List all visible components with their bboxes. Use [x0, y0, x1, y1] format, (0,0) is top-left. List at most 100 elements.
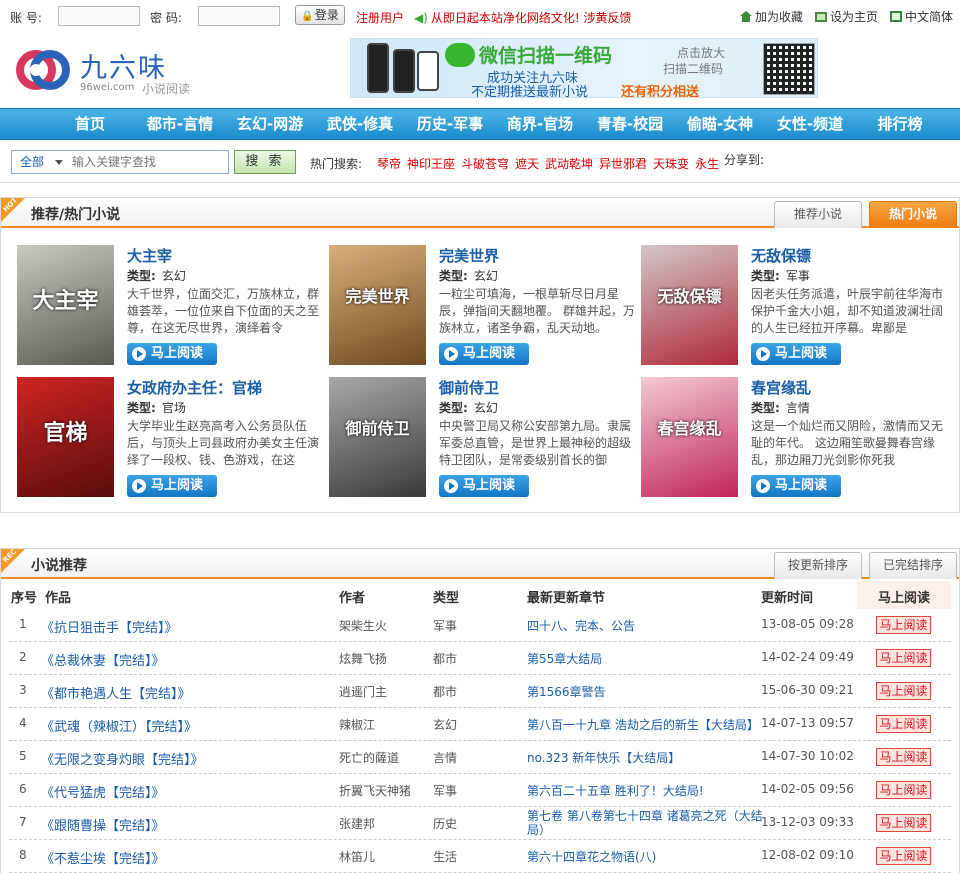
read-now-button[interactable]: 马上阅读	[876, 682, 931, 700]
work-link[interactable]: 《代号猛虎【完结】》	[41, 782, 165, 801]
site-logo[interactable]: 九六味 96wei.com 小说阅读	[14, 42, 204, 100]
tab-recommended[interactable]: 推荐小说	[774, 201, 862, 228]
genre-value: 官场	[161, 401, 186, 415]
book-title[interactable]: 无敌保镖	[751, 245, 811, 266]
read-now-button[interactable]: 马上阅读	[876, 616, 931, 634]
recommend-section: REC 小说推荐 按更新排序 已完结排序 序号 作品 作者 类型 最新更新章节 …	[0, 548, 960, 873]
book-title[interactable]: 御前侍卫	[439, 377, 499, 398]
genre-label: 类型:	[751, 269, 780, 283]
tab-hot[interactable]: 热门小说	[869, 201, 957, 228]
work-link[interactable]: 《都市艳遇人生【完结】》	[41, 683, 191, 702]
latest-chapter-link[interactable]: 第六百二十五章 胜利了！大结局!	[527, 782, 704, 799]
phone-image	[417, 51, 439, 91]
book-genre: 类型: 玄幻	[439, 399, 498, 416]
search-button[interactable]: 搜 索	[234, 150, 296, 174]
read-now-button[interactable]: 马上阅读	[751, 343, 841, 365]
read-now-button[interactable]: 马上阅读	[127, 343, 217, 365]
work-link[interactable]: 《跟随曹操【完结】》	[41, 815, 165, 834]
nav-item[interactable]: 都市-言情	[140, 109, 220, 139]
notice[interactable]: ◀) 从即日起本站净化网络文化! 涉黄反馈	[414, 9, 632, 26]
nav-item[interactable]: 偷瞄-女神	[680, 109, 760, 139]
cover-title: 完美世界	[345, 287, 410, 306]
book-title[interactable]: 女政府办主任：官梯	[127, 377, 262, 398]
genre-label: 类型:	[751, 401, 780, 415]
book-title[interactable]: 春宫缘乱	[751, 377, 811, 398]
read-now-button[interactable]: 马上阅读	[876, 781, 931, 799]
nav-item[interactable]: 历史-军事	[410, 109, 490, 139]
search-scope-select[interactable]: 全部	[11, 150, 67, 174]
book-cover-image[interactable]: 无敌保镖	[641, 245, 738, 365]
read-now-button[interactable]: 马上阅读	[439, 475, 529, 497]
nav-item[interactable]: 排行榜	[860, 109, 940, 139]
row-number: 3	[19, 683, 27, 697]
latest-chapter-link[interactable]: 第七卷 第八卷第七十四章 诸葛亮之死（大结局）	[527, 809, 763, 837]
qr-code-icon[interactable]	[763, 43, 815, 95]
work-link[interactable]: 《武魂（辣椒江）【完结】》	[41, 716, 197, 735]
hot-search-word[interactable]: 神印王座	[407, 155, 455, 172]
hot-search-word[interactable]: 斗破苍穹	[461, 155, 509, 172]
book-cover-image[interactable]: 大主宰	[17, 245, 114, 365]
row-number: 4	[19, 716, 27, 730]
work-link[interactable]: 《不惹尘埃【完结】》	[41, 848, 165, 867]
register-link[interactable]: 注册用户	[356, 9, 404, 26]
latest-chapter-link[interactable]: 第六十四章花之物语(八)	[527, 848, 656, 865]
book-genre: 类型: 言情	[751, 399, 810, 416]
table-row: 8 《不惹尘埃【完结】》 林笛儿 生活 第六十四章花之物语(八) 12-08-02 09:…	[9, 840, 951, 873]
hot-search-word[interactable]: 武动乾坤	[545, 155, 593, 172]
latest-chapter-link[interactable]: 四十八、完本、公告	[527, 617, 635, 634]
genre-value: 玄幻	[473, 401, 498, 415]
nav-item[interactable]: 首页	[58, 109, 122, 139]
genre-value: 玄幻	[473, 269, 498, 283]
hot-search-word[interactable]: 天珠变	[653, 155, 689, 172]
wechat-banner[interactable]: 微信扫描一维码 成功关注九六味 不定期推送最新小说 还有积分相送 点击放大 扫描…	[350, 38, 818, 98]
add-favorites-link[interactable]: 加为收藏	[740, 8, 803, 25]
read-now-button[interactable]: 马上阅读	[876, 814, 931, 832]
nav-item[interactable]: 玄幻-网游	[230, 109, 310, 139]
book-title[interactable]: 大主宰	[127, 245, 172, 266]
search-bar: 全部 搜 索 热门搜索: 琴帝神印王座斗破苍穹遮天武动乾坤异世邪君天珠变永生 分…	[0, 141, 960, 183]
language-link[interactable]: 中文简体	[890, 8, 953, 25]
nav-item[interactable]: 商界-官场	[500, 109, 580, 139]
latest-chapter-link[interactable]: 第八百一十九章 浩劫之后的新生【大结局】	[527, 716, 759, 733]
login-button[interactable]: 🔒登录	[295, 5, 345, 25]
book-cover-image[interactable]: 春宫缘乱	[641, 377, 738, 497]
read-now-button[interactable]: 马上阅读	[439, 343, 529, 365]
work-link[interactable]: 《无限之变身灼眼【完结】》	[41, 749, 204, 768]
hot-search-word[interactable]: 永生	[695, 155, 719, 172]
read-now-label: 马上阅读	[463, 346, 516, 361]
arrow-right-icon	[756, 479, 770, 493]
work-link[interactable]: 《抗日狙击手【完结】》	[41, 617, 178, 636]
latest-chapter-link[interactable]: no.323 新年快乐【大结局】	[527, 749, 680, 766]
book-description: 大千世界，位面交汇，万族林立，群雄荟萃，一位位来自下位面的天之至尊，在这无尽世界…	[127, 287, 320, 335]
read-now-button[interactable]: 马上阅读	[751, 475, 841, 497]
read-now-button[interactable]: 马上阅读	[876, 748, 931, 766]
book-cover-image[interactable]: 御前侍卫	[329, 377, 426, 497]
hot-search-word[interactable]: 琴帝	[377, 155, 401, 172]
read-now-button[interactable]: 马上阅读	[876, 715, 931, 733]
set-homepage-link[interactable]: 设为主页	[815, 8, 878, 25]
password-input[interactable]	[198, 6, 280, 26]
book-description: 中央警卫局又称公安部第九局。隶属军委总直管，是世界上最神秘的超级特卫团队，是常委…	[439, 419, 632, 467]
latest-chapter-link[interactable]: 第1566章警告	[527, 683, 606, 700]
book-cover-image[interactable]: 官梯	[17, 377, 114, 497]
hot-search-word[interactable]: 异世邪君	[599, 155, 647, 172]
account-input[interactable]	[58, 6, 140, 26]
latest-chapter-link[interactable]: 第55章大结局	[527, 650, 602, 667]
book-cover-image[interactable]: 完美世界	[329, 245, 426, 365]
book-title[interactable]: 完美世界	[439, 245, 499, 266]
homepage-label: 设为主页	[830, 10, 879, 24]
rec-badge: REC	[1, 549, 25, 573]
cover-title: 官梯	[43, 421, 88, 446]
genre-cell: 言情	[433, 751, 458, 765]
nav-item[interactable]: 女性-频道	[770, 109, 850, 139]
nav-item[interactable]: 青春-校园	[590, 109, 670, 139]
work-link[interactable]: 《总裁休妻【完结】》	[41, 650, 165, 669]
read-now-button[interactable]: 马上阅读	[876, 847, 931, 865]
read-now-button[interactable]: 马上阅读	[876, 649, 931, 667]
search-input[interactable]	[66, 150, 229, 174]
nav-item[interactable]: 武侠-修真	[320, 109, 400, 139]
read-now-button[interactable]: 马上阅读	[127, 475, 217, 497]
tab-sort-updated[interactable]: 按更新排序	[774, 552, 862, 579]
tab-sort-completed[interactable]: 已完结排序	[869, 552, 957, 579]
hot-search-word[interactable]: 遮天	[515, 155, 539, 172]
